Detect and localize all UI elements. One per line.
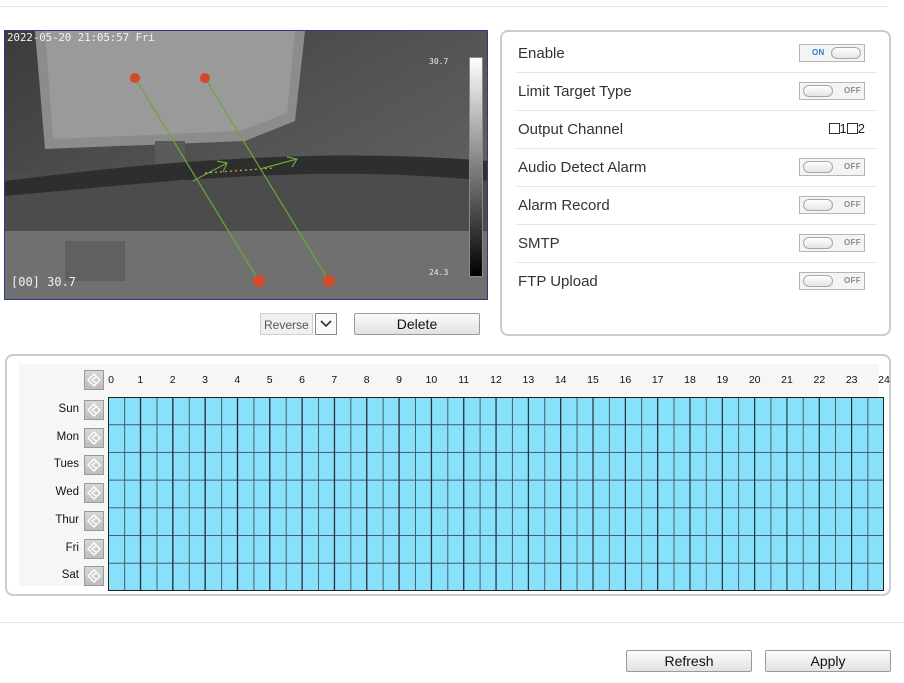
line-endpoint-1b[interactable] bbox=[253, 275, 265, 287]
bottom-divider bbox=[0, 622, 904, 623]
arming-schedule-panel: 0 1 2 3 4 5 6 7 8 9 10 11 12 13 14 15 16 17 18 19 20 21 22 23 24… bbox=[5, 354, 891, 596]
day-label: Sat bbox=[61, 569, 79, 582]
setting-row-limit-target-type: Limit Target Type OFF bbox=[516, 73, 877, 111]
select-row-icon bbox=[87, 458, 101, 473]
setting-label: Audio Detect Alarm bbox=[518, 159, 647, 176]
select-day-row-button[interactable] bbox=[84, 455, 104, 476]
setting-label: Limit Target Type bbox=[518, 83, 632, 100]
hour-label: 12 bbox=[490, 374, 502, 386]
reverse-label: Reverse bbox=[260, 313, 313, 335]
chevron-down-icon bbox=[320, 320, 332, 328]
select-day-row-button[interactable] bbox=[84, 427, 104, 448]
hour-label: 20 bbox=[748, 374, 761, 386]
setting-row-audio-detect-alarm: Audio Detect Alarm OFF bbox=[516, 149, 877, 187]
osd-timestamp: 2022-05-20 21:05:57 Fri bbox=[7, 31, 155, 44]
ftp-upload-toggle[interactable]: OFF bbox=[799, 272, 865, 290]
setting-row-enable: Enable ON bbox=[516, 35, 877, 73]
hour-label: 11 bbox=[458, 374, 470, 386]
hour-label: 23 bbox=[845, 374, 858, 386]
setting-label: Output Channel bbox=[518, 121, 624, 138]
hour-label: 3 bbox=[202, 374, 208, 386]
setting-row-smtp: SMTP OFF bbox=[516, 225, 877, 263]
select-day-row-button[interactable] bbox=[84, 566, 104, 587]
hour-label: 24 bbox=[878, 374, 890, 386]
select-row-icon bbox=[87, 486, 101, 501]
schedule-area: 0 1 2 3 4 5 6 7 8 9 10 11 12 13 14 15 16 17 18 19 20 21 22 23 24… bbox=[19, 364, 890, 591]
hour-label: 16 bbox=[619, 374, 632, 386]
channel-1-checkbox[interactable] bbox=[828, 123, 840, 134]
select-day-row-button[interactable] bbox=[84, 510, 104, 531]
alarm-settings-panel: Enable ON Limit Target Type OFF Output C… bbox=[500, 30, 891, 336]
hour-label: 8 bbox=[363, 374, 370, 386]
select-day-row-button[interactable] bbox=[84, 483, 104, 504]
enable-toggle[interactable]: ON bbox=[799, 44, 865, 62]
channel-2-checkbox[interactable] bbox=[846, 123, 858, 134]
select-all-icon bbox=[87, 373, 101, 387]
setting-row-alarm-record: Alarm Record OFF bbox=[516, 187, 877, 225]
reverse-dropdown-button[interactable] bbox=[314, 313, 337, 335]
line-endpoint-2b[interactable] bbox=[323, 275, 335, 287]
schedule-grid[interactable] bbox=[108, 397, 884, 591]
hour-label: 4 bbox=[234, 374, 241, 386]
hour-label: 5 bbox=[266, 374, 273, 386]
day-label: Sun bbox=[58, 403, 79, 415]
select-all-button[interactable] bbox=[84, 370, 104, 390]
temp-scale-max: 30.7 bbox=[429, 57, 449, 66]
hour-label: 7 bbox=[331, 374, 338, 386]
hour-label: 2 bbox=[169, 374, 176, 386]
hour-label: 14 bbox=[554, 374, 567, 386]
select-row-icon bbox=[87, 403, 101, 417]
setting-label: SMTP bbox=[518, 235, 560, 252]
setting-label: Enable bbox=[518, 45, 565, 62]
osd-temperature-readout: [00] 30.7 bbox=[11, 275, 77, 289]
hour-label: 19 bbox=[716, 374, 729, 386]
setting-label: Alarm Record bbox=[518, 197, 610, 214]
select-row-icon bbox=[87, 569, 101, 584]
hour-label: 21 bbox=[781, 374, 793, 386]
hour-label: 9 bbox=[396, 374, 402, 386]
hour-label: 10 bbox=[425, 374, 438, 386]
hour-label: 13 bbox=[522, 374, 535, 386]
line-endpoint-2a[interactable] bbox=[200, 73, 210, 83]
hour-label: 1 bbox=[137, 374, 144, 386]
hour-label: 15 bbox=[587, 374, 599, 386]
temperature-scale-bar bbox=[469, 57, 483, 277]
hour-label: 22 bbox=[813, 374, 826, 386]
setting-row-ftp-upload: FTP Upload OFF bbox=[516, 263, 877, 301]
output-channel-checkboxes: 12 bbox=[828, 121, 865, 136]
reverse-control: Reverse bbox=[260, 313, 337, 335]
thermal-scene bbox=[5, 31, 487, 299]
limit-target-type-toggle[interactable]: OFF bbox=[799, 82, 865, 100]
day-label: Thur bbox=[55, 513, 79, 526]
top-divider bbox=[0, 6, 888, 7]
select-row-icon bbox=[87, 541, 101, 556]
setting-row-output-channel: Output Channel 12 bbox=[516, 111, 877, 149]
thermal-video-preview[interactable]: 2022-05-20 21:05:57 Fri 30.7 24.3 [00] 3… bbox=[4, 30, 488, 300]
select-day-row-button[interactable] bbox=[84, 400, 104, 420]
hour-label: 18 bbox=[684, 374, 696, 386]
line-endpoint-1a[interactable] bbox=[130, 73, 140, 83]
temp-scale-min: 24.3 bbox=[429, 268, 449, 277]
audio-detect-alarm-toggle[interactable]: OFF bbox=[799, 158, 865, 176]
select-day-row-button[interactable] bbox=[84, 538, 104, 559]
refresh-button[interactable]: Refresh bbox=[626, 650, 752, 672]
alarm-record-toggle[interactable]: OFF bbox=[799, 196, 865, 214]
hour-label: 0 bbox=[108, 374, 114, 386]
select-row-icon bbox=[87, 430, 101, 445]
setting-label: FTP Upload bbox=[518, 273, 598, 290]
delete-button[interactable]: Delete bbox=[354, 313, 480, 335]
day-label: Tues bbox=[53, 458, 79, 471]
select-row-icon bbox=[87, 513, 101, 528]
apply-button[interactable]: Apply bbox=[765, 650, 891, 672]
day-label: Mon bbox=[56, 430, 79, 443]
smtp-toggle[interactable]: OFF bbox=[799, 234, 865, 252]
day-label: Wed bbox=[55, 486, 79, 499]
hour-label: 6 bbox=[299, 374, 305, 386]
day-label: Fri bbox=[65, 541, 79, 554]
hour-label: 17 bbox=[651, 374, 664, 386]
